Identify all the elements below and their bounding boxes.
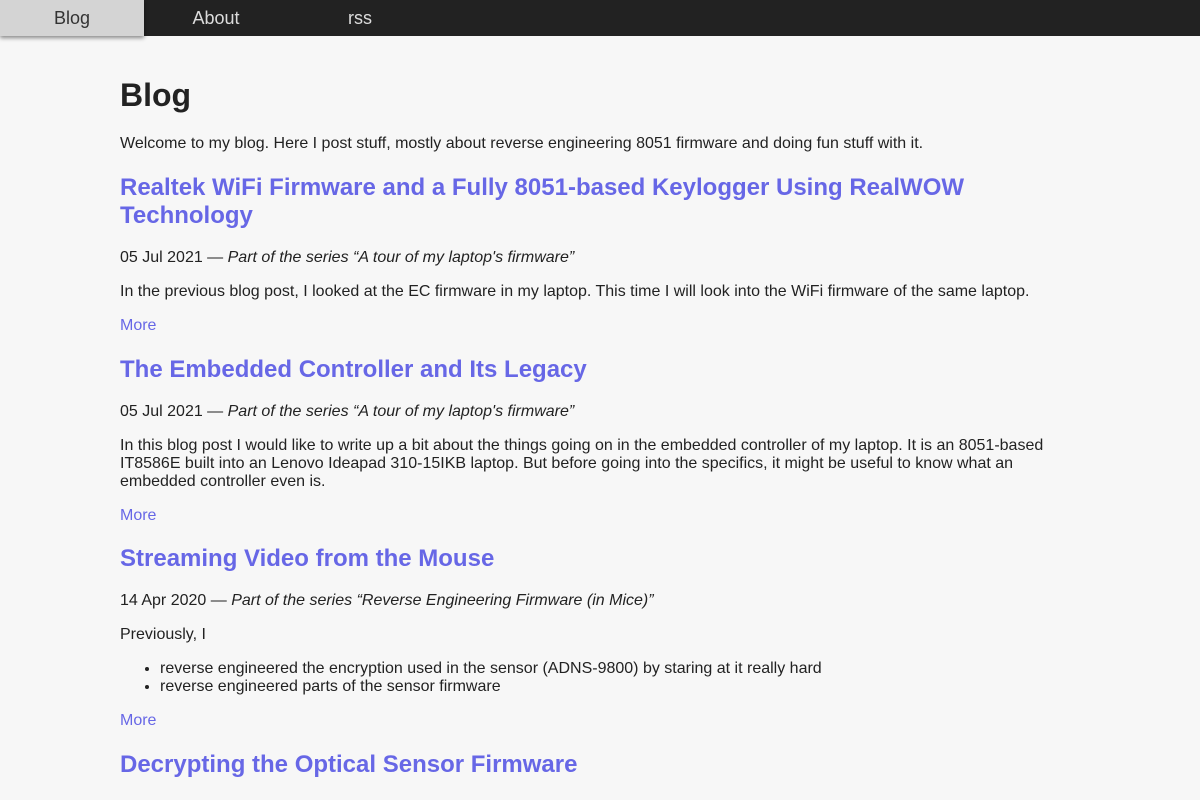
post-date: 05 Jul 2021	[120, 403, 203, 420]
post-title[interactable]: The Embedded Controller and Its Legacy	[120, 356, 587, 384]
post-series: Part of the series “Reverse Engineering …	[231, 592, 654, 609]
post-date: 05 Jul 2021	[120, 249, 203, 266]
post-title[interactable]: Streaming Video from the Mouse	[120, 545, 494, 573]
post-excerpt: In this blog post I would like to write …	[120, 437, 1044, 490]
post-excerpt: In the previous blog post, I looked at t…	[120, 283, 1030, 300]
list-item: reverse engineered parts of the sensor f…	[160, 678, 822, 696]
meta-separator: —	[206, 592, 232, 609]
nav-item-blog[interactable]: Blog	[0, 0, 144, 36]
meta-separator: —	[202, 249, 228, 266]
nav-item-about[interactable]: About	[144, 0, 288, 36]
post-series: Part of the series “A tour of my laptop'…	[227, 249, 575, 266]
post-date: 14 Apr 2020	[120, 592, 207, 609]
post-title[interactable]: Decrypting the Optical Sensor Firmware	[120, 751, 577, 779]
post-title[interactable]: Realtek WiFi Firmware and a Fully 8051-b…	[120, 174, 1020, 230]
nav-item-rss[interactable]: rss	[288, 0, 432, 36]
meta-separator: —	[202, 403, 228, 420]
page-title: Blog	[120, 77, 192, 113]
more-link[interactable]: More	[120, 316, 156, 336]
post-meta: 14 Apr 2020 — Part of the series “Revers…	[120, 591, 654, 611]
post-series: Part of the series “A tour of my laptop'…	[227, 403, 575, 420]
post-bullet-list: reverse engineered the encryption used i…	[120, 660, 822, 696]
top-navbar: Blog About rss	[0, 0, 1200, 36]
more-link[interactable]: More	[120, 711, 156, 731]
post-excerpt: Previously, I	[120, 626, 206, 643]
blog-intro: Welcome to my blog. Here I post stuff, m…	[120, 135, 924, 152]
list-item: reverse engineered the encryption used i…	[160, 660, 822, 678]
more-link[interactable]: More	[120, 506, 156, 526]
post-meta: 05 Jul 2021 — Part of the series “A tour…	[120, 402, 574, 422]
post-meta: 05 Jul 2021 — Part of the series “A tour…	[120, 248, 574, 268]
